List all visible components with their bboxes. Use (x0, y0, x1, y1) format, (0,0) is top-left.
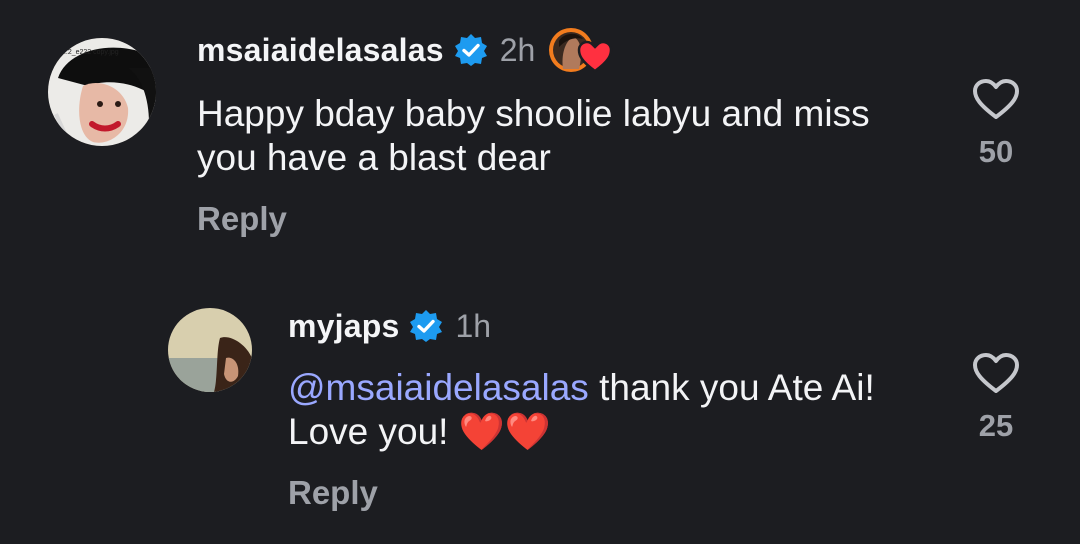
comment-text: @msaiaidelasalas thank you Ate Ai! Love … (288, 366, 928, 454)
username[interactable]: msaiaidelasalas (197, 32, 444, 69)
heart-outline-icon (973, 79, 1019, 119)
like-count: 50 (978, 134, 1014, 169)
like-button[interactable]: 50 (966, 78, 1026, 170)
avatar-caption: ...2_e222 copy.jpg (62, 49, 119, 56)
avatar[interactable]: ...2_e222 copy.jpg (48, 38, 156, 146)
username[interactable]: myjaps (288, 308, 399, 345)
comment-meta: msaiaidelasalas 2h (197, 27, 617, 73)
verified-badge-icon (454, 33, 488, 67)
like-button[interactable]: 25 (966, 352, 1026, 444)
heart-outline-icon (973, 353, 1019, 393)
verified-badge-icon (409, 309, 443, 343)
creator-heart-icon (549, 28, 613, 73)
avatar-image (168, 308, 252, 392)
avatar[interactable] (168, 308, 252, 392)
like-count: 25 (978, 408, 1014, 443)
liked-by-creator (547, 27, 617, 73)
avatar-image: ...2_e222 copy.jpg (48, 38, 156, 146)
comment-meta: myjaps 1h (288, 304, 491, 348)
mention-link[interactable]: @msaiaidelasalas (288, 367, 589, 408)
reply-button[interactable]: Reply (288, 474, 378, 512)
reply-button[interactable]: Reply (197, 200, 287, 238)
comment-time: 1h (455, 307, 492, 344)
comment-text: Happy bday baby shoolie labyu and miss y… (197, 93, 870, 178)
comment-time: 2h (499, 31, 536, 68)
